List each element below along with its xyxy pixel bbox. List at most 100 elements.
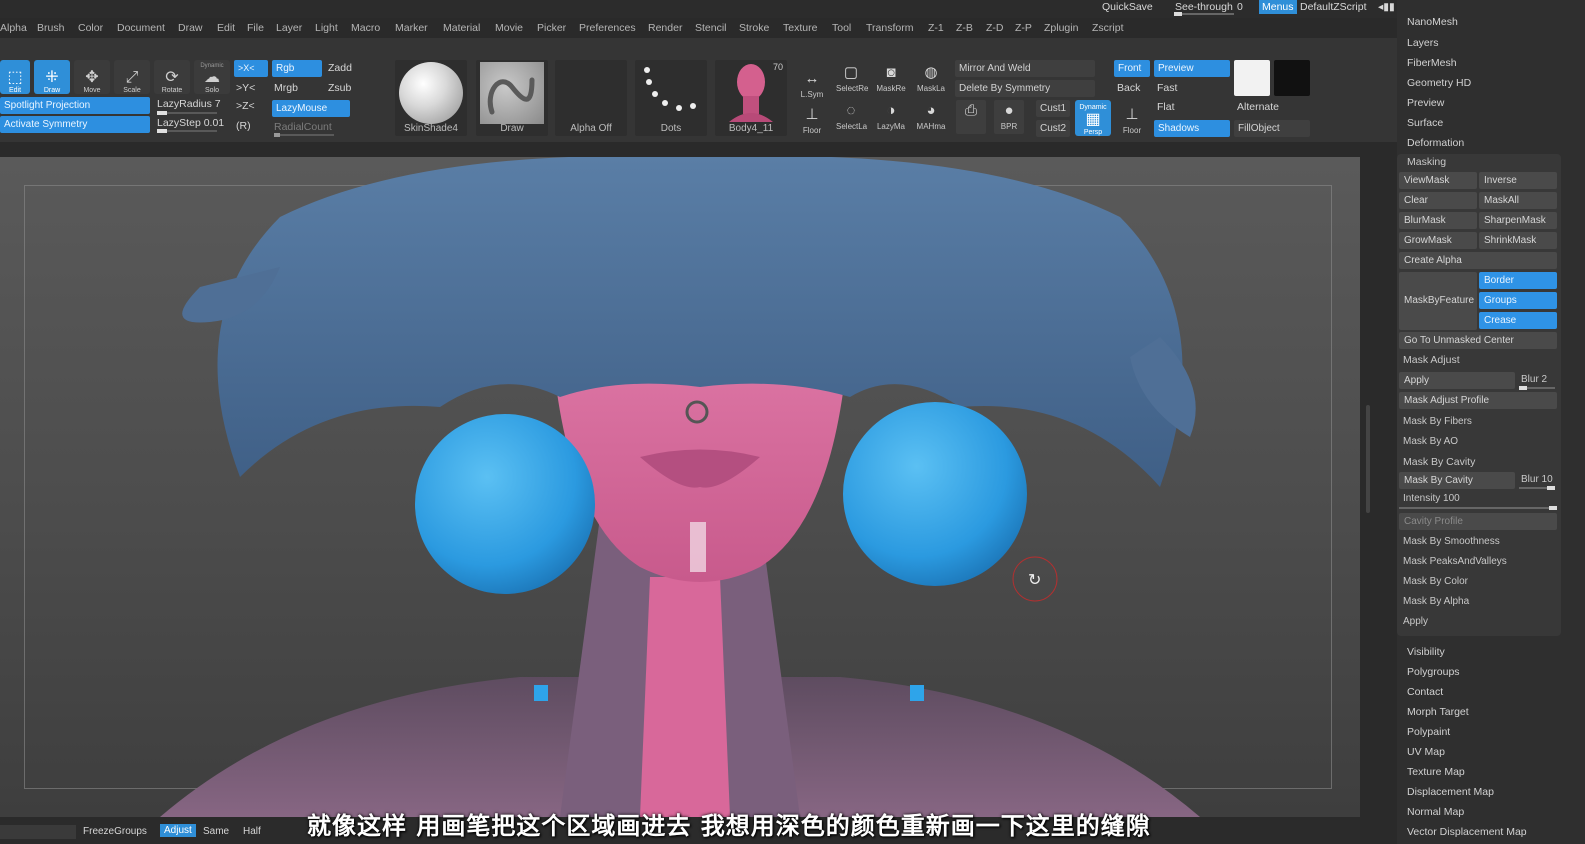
flat-render-button[interactable]: Flat xyxy=(1157,101,1175,113)
cavity-profile-button[interactable]: Cavity Profile xyxy=(1399,513,1557,530)
menu-alpha[interactable]: Alpha xyxy=(0,22,27,34)
menu-zb[interactable]: Z-B xyxy=(956,22,973,34)
palette-morph-target[interactable]: Morph Target xyxy=(1407,706,1469,718)
back-view-button[interactable]: Back xyxy=(1117,82,1140,94)
mirror-and-weld-button[interactable]: Mirror And Weld xyxy=(955,60,1095,77)
adjust-toggle[interactable]: Adjust xyxy=(160,824,196,837)
zadd-button[interactable]: Zadd xyxy=(328,62,352,74)
go-to-unmasked-center-button[interactable]: Go To Unmasked Center xyxy=(1399,332,1557,349)
inverse-button[interactable]: Inverse xyxy=(1479,172,1557,189)
menu-material[interactable]: Material xyxy=(443,22,480,34)
secondary-color-swatch[interactable] xyxy=(1274,60,1310,96)
rgb-button[interactable]: Rgb xyxy=(272,60,322,77)
rotate-mode-button[interactable]: ⟳ Rotate xyxy=(154,60,190,94)
lazy-step-track[interactable] xyxy=(157,129,217,133)
mask-by-ao-item[interactable]: Mask By AO xyxy=(1403,436,1458,447)
lazymouse-button[interactable]: LazyMouse xyxy=(272,100,350,117)
menu-preferences[interactable]: Preferences xyxy=(579,22,636,34)
menu-movie[interactable]: Movie xyxy=(495,22,523,34)
clear-mask-button[interactable]: Clear xyxy=(1399,192,1477,209)
mask-by-smoothness-item[interactable]: Mask By Smoothness xyxy=(1403,536,1500,547)
create-alpha-button[interactable]: Create Alpha xyxy=(1399,252,1557,269)
menu-transform[interactable]: Transform xyxy=(866,22,913,34)
masking-title[interactable]: Masking xyxy=(1407,156,1446,168)
radialcount-slider[interactable]: RadialCount xyxy=(274,121,332,133)
menu-tool[interactable]: Tool xyxy=(832,22,851,34)
mask-by-cavity-section[interactable]: Mask By Cavity xyxy=(1403,456,1475,468)
palette-normal-map[interactable]: Normal Map xyxy=(1407,806,1464,818)
scale-mode-button[interactable]: ⤢ Scale xyxy=(114,60,150,94)
quicksave-button[interactable]: QuickSave xyxy=(1102,1,1153,13)
menu-render[interactable]: Render xyxy=(648,22,682,34)
border-toggle[interactable]: Border xyxy=(1479,272,1557,289)
menu-zplugin[interactable]: Zplugin xyxy=(1044,22,1078,34)
cust2-button[interactable]: Cust2 xyxy=(1036,120,1070,137)
select-rect-button[interactable]: ▢ SelectRe xyxy=(836,62,868,96)
menu-stencil[interactable]: Stencil xyxy=(695,22,727,34)
palette-nanomesh[interactable]: NanoMesh xyxy=(1407,16,1458,28)
palette-texture-map[interactable]: Texture Map xyxy=(1407,766,1465,778)
mask-peaks-valleys-item[interactable]: Mask PeaksAndValleys xyxy=(1403,556,1507,567)
alternate-button[interactable]: Alternate xyxy=(1237,101,1279,113)
shadows-button[interactable]: Shadows xyxy=(1154,120,1230,137)
menu-zp[interactable]: Z-P xyxy=(1015,22,1032,34)
mask-by-feature-button[interactable]: MaskByFeature xyxy=(1399,272,1477,330)
menu-marker[interactable]: Marker xyxy=(395,22,428,34)
cavity-intensity-slider[interactable]: Intensity 100 xyxy=(1403,493,1460,504)
palette-layers[interactable]: Layers xyxy=(1407,37,1439,49)
palette-polygroups[interactable]: Polygroups xyxy=(1407,666,1460,678)
menu-brush[interactable]: Brush xyxy=(37,22,64,34)
menu-zscript[interactable]: Zscript xyxy=(1092,22,1124,34)
groups-toggle[interactable]: Groups xyxy=(1479,292,1557,309)
preview-render-button[interactable]: Preview xyxy=(1154,60,1230,77)
see-through-slider[interactable] xyxy=(1174,12,1234,16)
move-mode-button[interactable]: ✥ Move xyxy=(74,60,110,94)
front-view-button[interactable]: Front xyxy=(1114,60,1150,77)
sharpenmask-button[interactable]: SharpenMask xyxy=(1479,212,1557,229)
mask-by-alpha-item[interactable]: Mask By Alpha xyxy=(1403,596,1469,607)
palette-visibility[interactable]: Visibility xyxy=(1407,646,1445,658)
palette-uv-map[interactable]: UV Map xyxy=(1407,746,1445,758)
maskall-button[interactable]: MaskAll xyxy=(1479,192,1557,209)
lazy-step-slider[interactable]: LazyStep 0.01 xyxy=(157,117,224,129)
palette-contact[interactable]: Contact xyxy=(1407,686,1443,698)
solo-button[interactable]: Dynamic ☁ Solo xyxy=(194,60,230,94)
mah-mask-button[interactable]: ◕ MAHma xyxy=(916,100,946,134)
intensity-track[interactable] xyxy=(1399,506,1557,510)
perspective-button[interactable]: Dynamic ▦ Persp xyxy=(1075,100,1111,136)
mask-by-cavity-button[interactable]: Mask By Cavity xyxy=(1399,472,1515,489)
zsub-button[interactable]: Zsub xyxy=(328,82,351,94)
menu-picker[interactable]: Picker xyxy=(537,22,566,34)
lazy-radius-slider[interactable]: LazyRadius 7 xyxy=(157,98,221,110)
blurmask-button[interactable]: BlurMask xyxy=(1399,212,1477,229)
menu-light[interactable]: Light xyxy=(315,22,338,34)
half-button[interactable]: Half xyxy=(243,826,261,837)
menu-draw[interactable]: Draw xyxy=(178,22,203,34)
spotlight-projection-button[interactable]: Spotlight Projection xyxy=(0,97,150,114)
blur2-track[interactable] xyxy=(1519,386,1555,390)
palette-preview[interactable]: Preview xyxy=(1407,97,1444,109)
menu-z1[interactable]: Z-1 xyxy=(928,22,944,34)
palette-scroll-handle[interactable] xyxy=(1366,405,1370,513)
symmetry-y-button[interactable]: >Y< xyxy=(236,82,255,94)
sculpt-model[interactable]: ↻ xyxy=(0,157,1360,817)
menus-toggle[interactable]: Menus xyxy=(1259,0,1297,14)
cust1-button[interactable]: Cust1 xyxy=(1036,100,1070,117)
mask-adjust-blur-slider[interactable]: Blur 2 xyxy=(1521,374,1547,385)
shrinkmask-button[interactable]: ShrinkMask xyxy=(1479,232,1557,249)
cavity-blur-slider[interactable]: Blur 10 xyxy=(1521,474,1553,485)
mask-adjust-apply-button[interactable]: Apply xyxy=(1399,372,1515,389)
symmetry-x-button[interactable]: >X< xyxy=(234,60,268,77)
lazy-mask-button[interactable]: ◑ LazyMa xyxy=(876,100,906,134)
radialcount-track[interactable] xyxy=(274,133,334,137)
delete-by-symmetry-button[interactable]: Delete By Symmetry xyxy=(955,80,1095,97)
viewmask-button[interactable]: ViewMask xyxy=(1399,172,1477,189)
mrgb-button[interactable]: Mrgb xyxy=(274,82,298,94)
camera-button[interactable]: ⎙ xyxy=(956,100,986,134)
crease-toggle[interactable]: Crease xyxy=(1479,312,1557,329)
mask-rect-button[interactable]: ◙ MaskRe xyxy=(876,62,906,96)
brush-thumbnail[interactable]: Draw xyxy=(476,60,548,136)
edit-mode-button[interactable]: ⬚ Edit xyxy=(0,60,30,94)
draw-mode-button[interactable]: ⁜ Draw xyxy=(34,60,70,94)
symmetry-z-button[interactable]: >Z< xyxy=(236,100,255,112)
